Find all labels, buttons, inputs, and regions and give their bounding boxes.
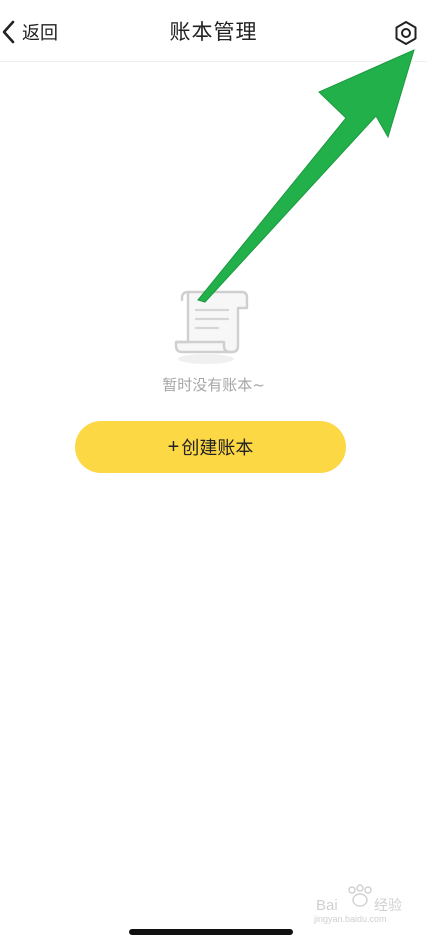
svg-text:jingyan.baidu.com: jingyan.baidu.com xyxy=(313,914,387,924)
home-indicator xyxy=(129,929,293,935)
svg-text:Bai: Bai xyxy=(316,897,338,914)
svg-text:经验: 经验 xyxy=(374,898,402,914)
green-arrow-icon xyxy=(197,49,415,303)
baidu-jingyan-watermark: Bai 经验 jingyan.baidu.com xyxy=(312,884,420,924)
